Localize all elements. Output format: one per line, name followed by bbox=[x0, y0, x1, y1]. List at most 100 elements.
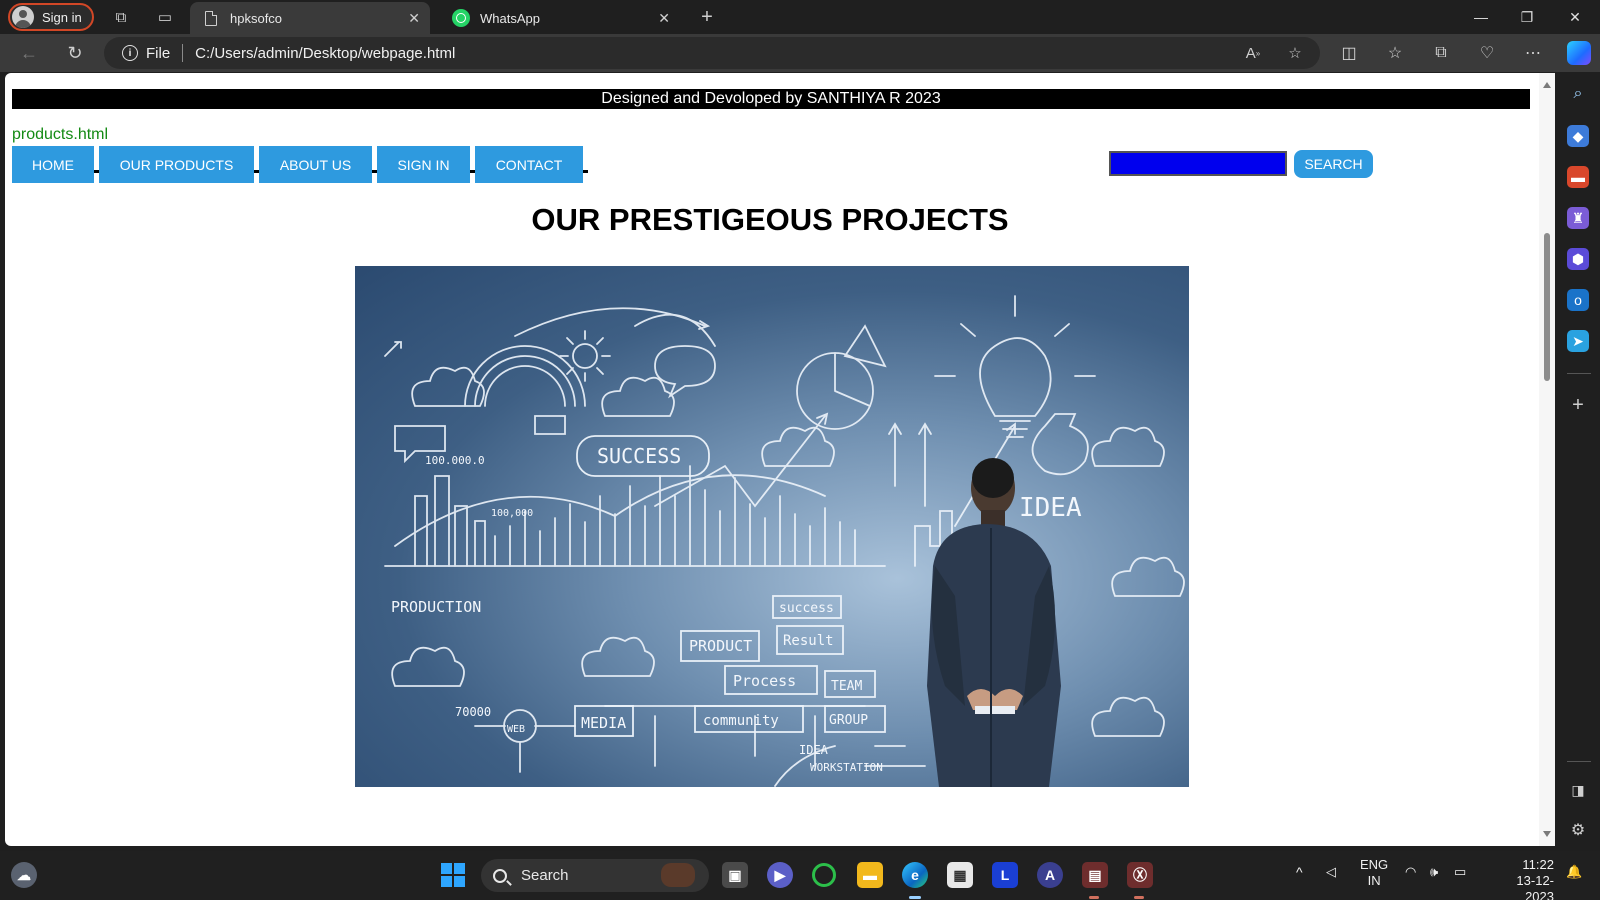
language-region: IN bbox=[1367, 873, 1381, 888]
address-scheme: File bbox=[146, 44, 171, 62]
hide-sidebar-icon[interactable]: ◨ bbox=[1567, 779, 1589, 801]
back-arrow-icon[interactable]: ← bbox=[17, 42, 41, 64]
tools-briefcase-icon[interactable]: ▬ bbox=[1567, 166, 1589, 188]
close-icon[interactable]: ✕ bbox=[658, 10, 670, 27]
hero-word-team: TEAM bbox=[831, 679, 862, 694]
copilot-icon[interactable] bbox=[1567, 41, 1591, 65]
games-icon[interactable]: ♜ bbox=[1567, 207, 1589, 229]
info-icon[interactable]: i bbox=[122, 45, 138, 61]
clock[interactable]: 11:22 13-12-2023 bbox=[1488, 857, 1554, 900]
outlook-icon[interactable]: o bbox=[1567, 289, 1589, 311]
hero-word-success-small: success bbox=[779, 601, 834, 616]
edge-browser-icon[interactable]: e bbox=[902, 862, 928, 888]
windows-start-icon[interactable] bbox=[440, 862, 466, 888]
refresh-icon[interactable]: ↻ bbox=[63, 42, 87, 64]
favorite-star-icon[interactable]: ☆ bbox=[1284, 42, 1306, 64]
notification-bell-icon[interactable]: 🔔 bbox=[1566, 864, 1582, 880]
tab-whatsapp[interactable]: WhatsApp ✕ bbox=[440, 2, 680, 34]
volume-icon[interactable]: 🕪 bbox=[1430, 864, 1438, 880]
battery-icon[interactable]: ▭ bbox=[1454, 864, 1466, 880]
hero-word-community: community bbox=[703, 713, 779, 729]
weather-icon[interactable]: ☁ bbox=[11, 862, 37, 888]
edge-sidebar: ⌕ ◆ ▬ ♜ ⬢ o ➤ + ◨ ⚙ bbox=[1558, 73, 1600, 846]
restore-icon[interactable]: ❐ bbox=[1516, 6, 1538, 28]
xbox-icon[interactable]: Ⓧ bbox=[1127, 862, 1153, 888]
hero-word-production: PRODUCTION bbox=[391, 598, 481, 616]
chevron-up-icon[interactable]: ^ bbox=[1296, 864, 1303, 880]
add-icon[interactable]: + bbox=[1567, 394, 1589, 416]
browser-toolbar: ← ↻ i File C:/Users/admin/Desktop/webpag… bbox=[0, 34, 1600, 72]
split-screen-icon[interactable]: ◫ bbox=[1338, 42, 1360, 64]
nav-sign-in[interactable]: SIGN IN bbox=[377, 146, 470, 183]
hero-word-result: Result bbox=[783, 633, 834, 649]
file-explorer-icon[interactable]: ▬ bbox=[857, 862, 883, 888]
taskbar-search[interactable]: Search bbox=[481, 859, 709, 892]
hero-word-media: MEDIA bbox=[581, 714, 626, 732]
read-aloud-icon[interactable]: A» bbox=[1242, 42, 1264, 64]
taskbar-search-label: Search bbox=[521, 867, 569, 884]
search-button[interactable]: SEARCH bbox=[1294, 150, 1373, 178]
microsoft-store-icon[interactable]: ▦ bbox=[947, 862, 973, 888]
windows-taskbar: ☁ Search ▣ ▶ ▬ e ▦ L A ▤ Ⓧ ^ ◁ ENG IN ◠ … bbox=[0, 851, 1600, 900]
workspaces-icon[interactable]: ⧉ bbox=[111, 7, 131, 27]
page-viewport: Designed and Devoloped by SANTHIYA R 202… bbox=[5, 73, 1555, 846]
nav-home[interactable]: HOME bbox=[12, 146, 94, 183]
running-indicator bbox=[1134, 896, 1144, 899]
nav-our-products[interactable]: OUR PRODUCTS bbox=[99, 146, 254, 183]
hero-word-workstation: WORKSTATION bbox=[810, 761, 883, 774]
tab-hpksofco[interactable]: hpksofco ✕ bbox=[190, 2, 430, 34]
whatsapp-icon bbox=[452, 9, 470, 27]
credits-banner: Designed and Devoloped by SANTHIYA R 202… bbox=[12, 89, 1530, 109]
collections-icon[interactable]: ⧉ bbox=[1430, 42, 1452, 64]
tab-label: WhatsApp bbox=[480, 10, 540, 26]
sidebar-divider bbox=[1567, 373, 1591, 374]
hero-word-group: GROUP bbox=[829, 713, 868, 728]
a-app-icon[interactable]: A bbox=[1037, 862, 1063, 888]
close-icon[interactable]: ✕ bbox=[408, 10, 420, 27]
running-indicator bbox=[1089, 896, 1099, 899]
hero-word-idea: IDEA bbox=[1019, 493, 1082, 523]
notepad-icon[interactable]: ▤ bbox=[1082, 862, 1108, 888]
favorites-icon[interactable]: ☆ bbox=[1384, 42, 1406, 64]
microsoft-365-icon[interactable]: ⬢ bbox=[1567, 248, 1589, 270]
language-indicator[interactable]: ENG IN bbox=[1360, 857, 1388, 889]
settings-gear-icon[interactable]: ⚙ bbox=[1567, 819, 1589, 841]
send-icon[interactable]: ◁ bbox=[1326, 864, 1336, 880]
address-bar[interactable]: i File C:/Users/admin/Desktop/webpage.ht… bbox=[104, 37, 1320, 69]
teams-chat-icon[interactable]: ▶ bbox=[767, 862, 793, 888]
products-link[interactable]: products.html bbox=[12, 126, 108, 144]
hero-word-idea-small: IDEA bbox=[799, 743, 829, 757]
browser-essentials-icon[interactable]: ♡ bbox=[1476, 42, 1498, 64]
running-indicator bbox=[909, 896, 921, 899]
nav-contact[interactable]: CONTACT bbox=[475, 146, 583, 183]
tab-actions-icon[interactable]: ▭ bbox=[155, 7, 175, 27]
search-input[interactable] bbox=[1109, 151, 1287, 176]
more-menu-icon[interactable]: ⋯ bbox=[1522, 42, 1544, 64]
drop-send-icon[interactable]: ➤ bbox=[1567, 330, 1589, 352]
address-url: C:/Users/admin/Desktop/webpage.html bbox=[195, 44, 456, 62]
hero-word-product: PRODUCT bbox=[689, 637, 752, 655]
refresh-app-icon[interactable] bbox=[812, 863, 836, 887]
nav-about-us[interactable]: ABOUT US bbox=[259, 146, 372, 183]
l-app-icon[interactable]: L bbox=[992, 862, 1018, 888]
task-view-icon[interactable]: ▣ bbox=[722, 862, 748, 888]
browser-title-bar: Sign in ⧉ ▭ hpksofco ✕ WhatsApp ✕ + — ❐ … bbox=[0, 0, 1600, 34]
nav-divider bbox=[583, 170, 588, 173]
main-navigation: HOME OUR PRODUCTS ABOUT US SIGN IN CONTA… bbox=[12, 146, 588, 183]
wifi-icon[interactable]: ◠ bbox=[1405, 864, 1416, 880]
new-tab-icon[interactable]: + bbox=[697, 6, 717, 28]
scrollbar-thumb[interactable] bbox=[1544, 233, 1550, 381]
page-scrollbar[interactable] bbox=[1539, 73, 1555, 846]
profile-button[interactable]: Sign in bbox=[8, 3, 94, 31]
tab-label: hpksofco bbox=[230, 10, 283, 26]
close-window-icon[interactable]: ✕ bbox=[1564, 6, 1586, 28]
scroll-up-arrow-icon[interactable] bbox=[1543, 82, 1551, 88]
page-icon bbox=[202, 9, 220, 27]
shopping-tag-icon[interactable]: ◆ bbox=[1567, 125, 1589, 147]
scroll-down-arrow-icon[interactable] bbox=[1543, 831, 1551, 837]
hero-word-web: WEB bbox=[507, 724, 525, 735]
search-icon[interactable]: ⌕ bbox=[1567, 83, 1589, 105]
hero-number-1: 100.000.0 bbox=[425, 454, 485, 467]
hero-illustration: SUCCESS IDEA PRODUCTION PRODUCT Result P… bbox=[384, 295, 1185, 787]
minimize-icon[interactable]: — bbox=[1470, 6, 1492, 28]
